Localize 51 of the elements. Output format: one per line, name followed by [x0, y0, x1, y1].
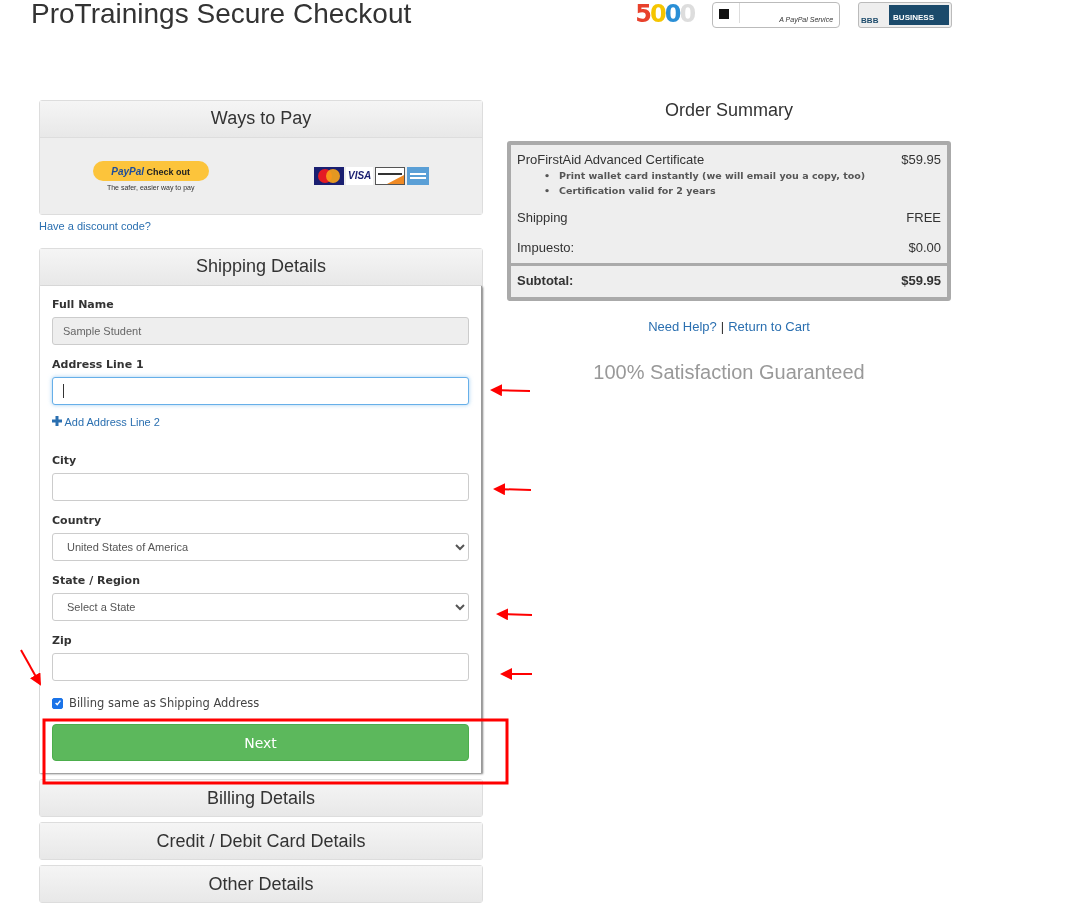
- section-header[interactable]: Other Details: [39, 865, 483, 903]
- section-header[interactable]: Credit / Debit Card Details: [39, 822, 483, 860]
- amex-logo-icon: [407, 167, 430, 185]
- order-summary-title: Order Summary: [665, 100, 793, 121]
- field-label: City: [52, 454, 78, 467]
- guarantee-text: 100% Satisfaction Guaranteed: [593, 361, 865, 384]
- item-price: $59.95: [901, 152, 941, 169]
- item-name: ProFirstAid Advanced Certificate: [517, 152, 706, 167]
- shipping-details-header[interactable]: Shipping Details: [40, 249, 482, 286]
- annotation-arrow: [500, 668, 533, 680]
- bullet: •: [544, 184, 551, 197]
- summary-value: FREE: [906, 210, 941, 225]
- visa-logo: VISA: [346, 167, 374, 185]
- discount-code-link[interactable]: Have a discount code?: [39, 220, 151, 232]
- panel-heading: Ways to Pay: [40, 101, 482, 138]
- field-label: Full Name: [52, 298, 115, 311]
- summary-label: Shipping: [517, 210, 568, 225]
- annotation-arrow: [20, 649, 41, 686]
- discover-logo-icon: [375, 167, 406, 185]
- item-feature: Print wallet card instantly (we will email you a copy, too): [559, 169, 866, 182]
- select-dropdown[interactable]: United States of America: [52, 533, 469, 561]
- summary-label: Impuesto:: [517, 240, 575, 255]
- field-label: Zip: [52, 634, 73, 647]
- annotation-arrow: [490, 384, 531, 397]
- inc-5000-logo: 5000: [635, 0, 695, 28]
- paypal-checkout-button[interactable]: PayPal Check out: [92, 161, 209, 181]
- field-label: Country: [52, 514, 103, 527]
- summary-value: $0.00: [908, 240, 941, 255]
- text-input[interactable]: [52, 377, 469, 405]
- field-label: Address Line 1: [52, 358, 145, 371]
- page-title: ProTrainings Secure Checkout: [31, 0, 412, 31]
- annotation-arrow: [496, 608, 533, 621]
- section-header[interactable]: Billing Details: [39, 779, 483, 817]
- plus-icon: [52, 416, 62, 426]
- subtotal-label: Subtotal:: [517, 273, 574, 288]
- text-input[interactable]: [52, 473, 469, 501]
- select-dropdown[interactable]: Select a State: [52, 593, 469, 621]
- add-address-line-link[interactable]: Add Address Line 2: [52, 416, 160, 428]
- return-to-cart-link[interactable]: Return to Cart: [728, 319, 810, 334]
- checkbox[interactable]: [52, 697, 63, 709]
- checkbox-label: Billing same as Shipping Address: [69, 696, 260, 710]
- subtotal-value: $59.95: [901, 273, 941, 288]
- item-feature: Certification valid for 2 years: [559, 184, 716, 197]
- bullet: •: [544, 169, 551, 182]
- separator: |: [720, 319, 725, 334]
- text-input[interactable]: [52, 653, 469, 681]
- need-help-link[interactable]: Need Help?: [648, 319, 717, 334]
- bbb-badge: BBB BUSINESS: [858, 2, 953, 28]
- field-label: State / Region: [52, 574, 141, 587]
- annotation-arrow: [493, 483, 532, 496]
- mastercard-logo-icon: [314, 167, 344, 185]
